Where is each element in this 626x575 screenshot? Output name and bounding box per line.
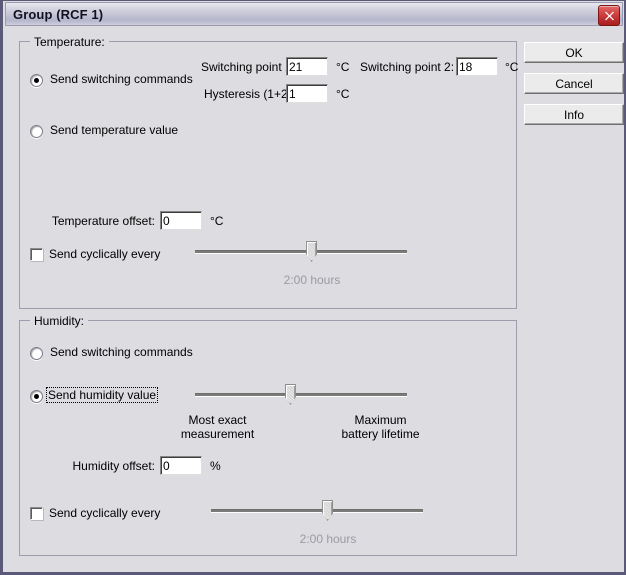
- temperature-cyclic-slider-value: 2:00 hours: [283, 273, 341, 287]
- close-button[interactable]: [598, 5, 620, 26]
- hysteresis-label: Hysteresis (1+2):: [203, 87, 295, 101]
- switching-point-2-unit: °C: [505, 60, 519, 74]
- switching-point-1-input[interactable]: [286, 57, 328, 76]
- humidity-send-value-radio[interactable]: [30, 390, 43, 403]
- humidity-cyclic-slider-thumb[interactable]: [322, 500, 334, 521]
- temperature-send-cyclically-checkbox[interactable]: [30, 248, 43, 261]
- ok-button[interactable]: OK: [524, 42, 624, 63]
- hysteresis-input[interactable]: [286, 84, 328, 103]
- temperature-group-title: Temperature:: [30, 35, 109, 49]
- dialog-client-area: OK Cancel Info Temperature: Send switchi…: [5, 28, 624, 571]
- humidity-mode-slider-max-label-line1: Maximum: [354, 413, 407, 427]
- humidity-cyclic-slider-value: 2:00 hours: [299, 532, 357, 546]
- humidity-offset-unit: %: [210, 459, 221, 473]
- temperature-send-value-label[interactable]: Send temperature value: [48, 122, 180, 138]
- humidity-group-title: Humidity:: [30, 314, 89, 328]
- close-icon: [604, 11, 614, 21]
- temperature-send-cyclically-label[interactable]: Send cyclically every: [49, 247, 160, 261]
- temperature-cyclic-slider[interactable]: [195, 240, 407, 264]
- hysteresis-unit: °C: [336, 87, 350, 101]
- humidity-offset-input[interactable]: [160, 456, 202, 475]
- temperature-offset-unit: °C: [210, 214, 224, 228]
- humidity-mode-slider-min-label-line1: Most exact: [188, 413, 247, 427]
- humidity-mode-slider-track: [195, 393, 407, 397]
- title-bar[interactable]: Group (RCF 1): [5, 2, 623, 26]
- temperature-send-switching-commands-radio[interactable]: [30, 74, 43, 87]
- temperature-cyclic-slider-track: [195, 250, 407, 254]
- temperature-offset-label: Temperature offset:: [51, 214, 155, 228]
- humidity-mode-slider-max-label-line2: battery lifetime: [341, 427, 420, 441]
- humidity-mode-slider-min-label: Most exact measurement: [160, 413, 275, 441]
- switching-point-2-label: Switching point 2:: [360, 60, 455, 74]
- temperature-send-value-radio[interactable]: [30, 125, 43, 138]
- cancel-button[interactable]: Cancel: [524, 73, 624, 94]
- temperature-cyclic-slider-thumb[interactable]: [306, 241, 318, 262]
- switching-point-1-label: Switching point 1:: [200, 60, 295, 74]
- dialog-window: Group (RCF 1) OK Cancel Info Temperature…: [0, 0, 626, 575]
- humidity-mode-slider-thumb[interactable]: [284, 384, 296, 405]
- humidity-cyclic-slider[interactable]: [211, 499, 423, 523]
- humidity-offset-label: Humidity offset:: [72, 459, 155, 473]
- humidity-send-switching-commands-radio[interactable]: [30, 347, 43, 360]
- temperature-offset-input[interactable]: [160, 211, 202, 230]
- switching-point-1-unit: °C: [336, 60, 350, 74]
- humidity-send-switching-commands-label[interactable]: Send switching commands: [48, 344, 195, 360]
- humidity-mode-slider-max-label: Maximum battery lifetime: [323, 413, 438, 441]
- humidity-send-cyclically-label[interactable]: Send cyclically every: [49, 506, 160, 520]
- window-title: Group (RCF 1): [13, 6, 104, 22]
- humidity-mode-slider[interactable]: [195, 383, 407, 407]
- humidity-send-value-label[interactable]: Send humidity value: [46, 387, 159, 403]
- switching-point-2-input[interactable]: [456, 57, 498, 76]
- info-button[interactable]: Info: [524, 104, 624, 125]
- humidity-cyclic-slider-track: [211, 509, 423, 513]
- humidity-send-cyclically-checkbox[interactable]: [30, 507, 43, 520]
- humidity-mode-slider-min-label-line2: measurement: [180, 427, 255, 441]
